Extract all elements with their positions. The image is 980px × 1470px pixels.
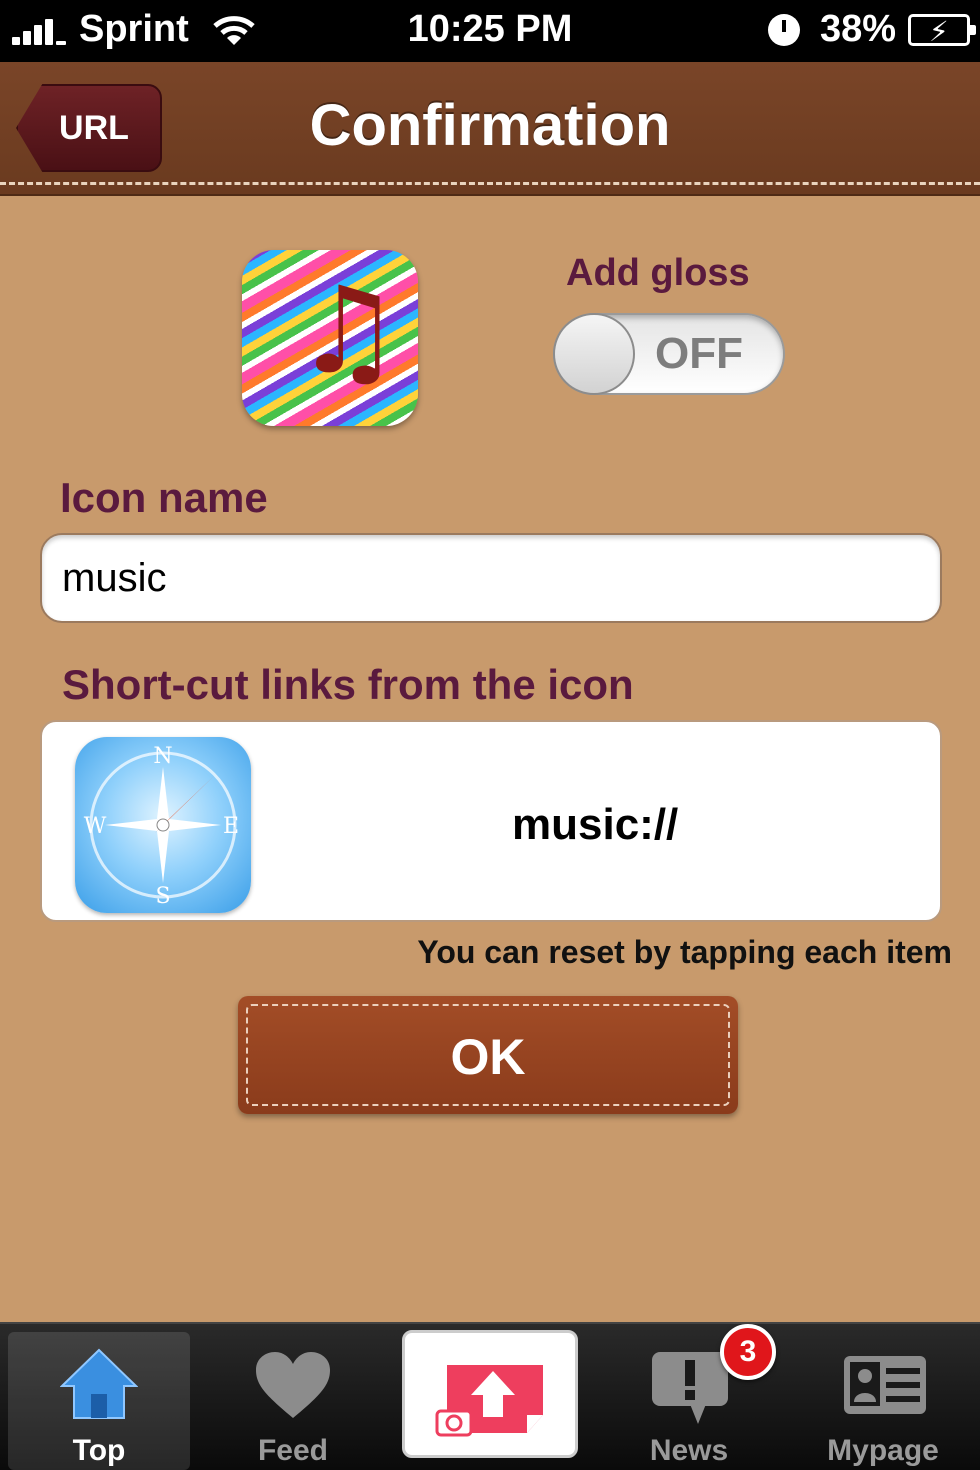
tab-label: Mypage — [827, 1434, 939, 1467]
tab-post-photo[interactable] — [402, 1330, 578, 1458]
page-title: Confirmation — [309, 93, 671, 158]
add-gloss-toggle[interactable]: OFF — [553, 313, 785, 395]
shortcut-links-label: Short-cut links from the icon — [62, 661, 634, 708]
ok-button[interactable]: OK — [238, 996, 738, 1114]
tab-label: News — [649, 1434, 729, 1467]
tab-mypage[interactable]: Mypage — [792, 1332, 974, 1470]
icon-name-input[interactable]: music — [40, 533, 942, 623]
navigation-bar: URL Confirmation — [0, 62, 980, 196]
tab-label: Feed — [257, 1434, 329, 1467]
profile-card-icon — [844, 1356, 926, 1414]
tab-label: Top — [72, 1434, 126, 1467]
camera-upload-icon — [435, 1365, 543, 1437]
reset-hint: You can reset by tapping each item — [417, 934, 952, 970]
tab-feed[interactable]: Feed — [202, 1332, 384, 1470]
svg-text:N: N — [153, 744, 172, 769]
toggle-state-text: OFF — [655, 329, 743, 378]
svg-text:E: E — [223, 814, 239, 839]
status-right: 38% ⚡ — [767, 8, 976, 51]
music-note-icon: ♫ — [294, 262, 402, 401]
battery-charging-icon: ⚡ — [908, 13, 976, 47]
app-icon-preview[interactable]: ♫ — [242, 250, 418, 426]
svg-text:W: W — [84, 814, 107, 839]
battery-percentage: 38% — [819, 8, 896, 50]
ok-button-label: OK — [450, 1029, 526, 1085]
icon-name-label: Icon name — [60, 474, 268, 521]
alarm-clock-icon — [767, 13, 800, 46]
nav-stitch-divider — [0, 182, 980, 185]
add-gloss-label: Add gloss — [566, 252, 750, 294]
shortcut-link-item[interactable]: N S W E music:// — [40, 720, 942, 922]
speech-bubble-icon — [652, 1352, 728, 1424]
toggle-knob — [553, 313, 635, 395]
safari-compass-icon: N S W E — [75, 737, 251, 913]
tab-top[interactable]: Top — [8, 1332, 190, 1470]
home-icon — [60, 1348, 138, 1419]
news-badge: 3 — [720, 1324, 776, 1380]
status-bar: Sprint 10:25 PM 38% ⚡ — [0, 0, 980, 62]
shortcut-url: music:// — [512, 800, 679, 849]
svg-text:S: S — [155, 884, 170, 909]
heart-icon — [256, 1352, 330, 1418]
